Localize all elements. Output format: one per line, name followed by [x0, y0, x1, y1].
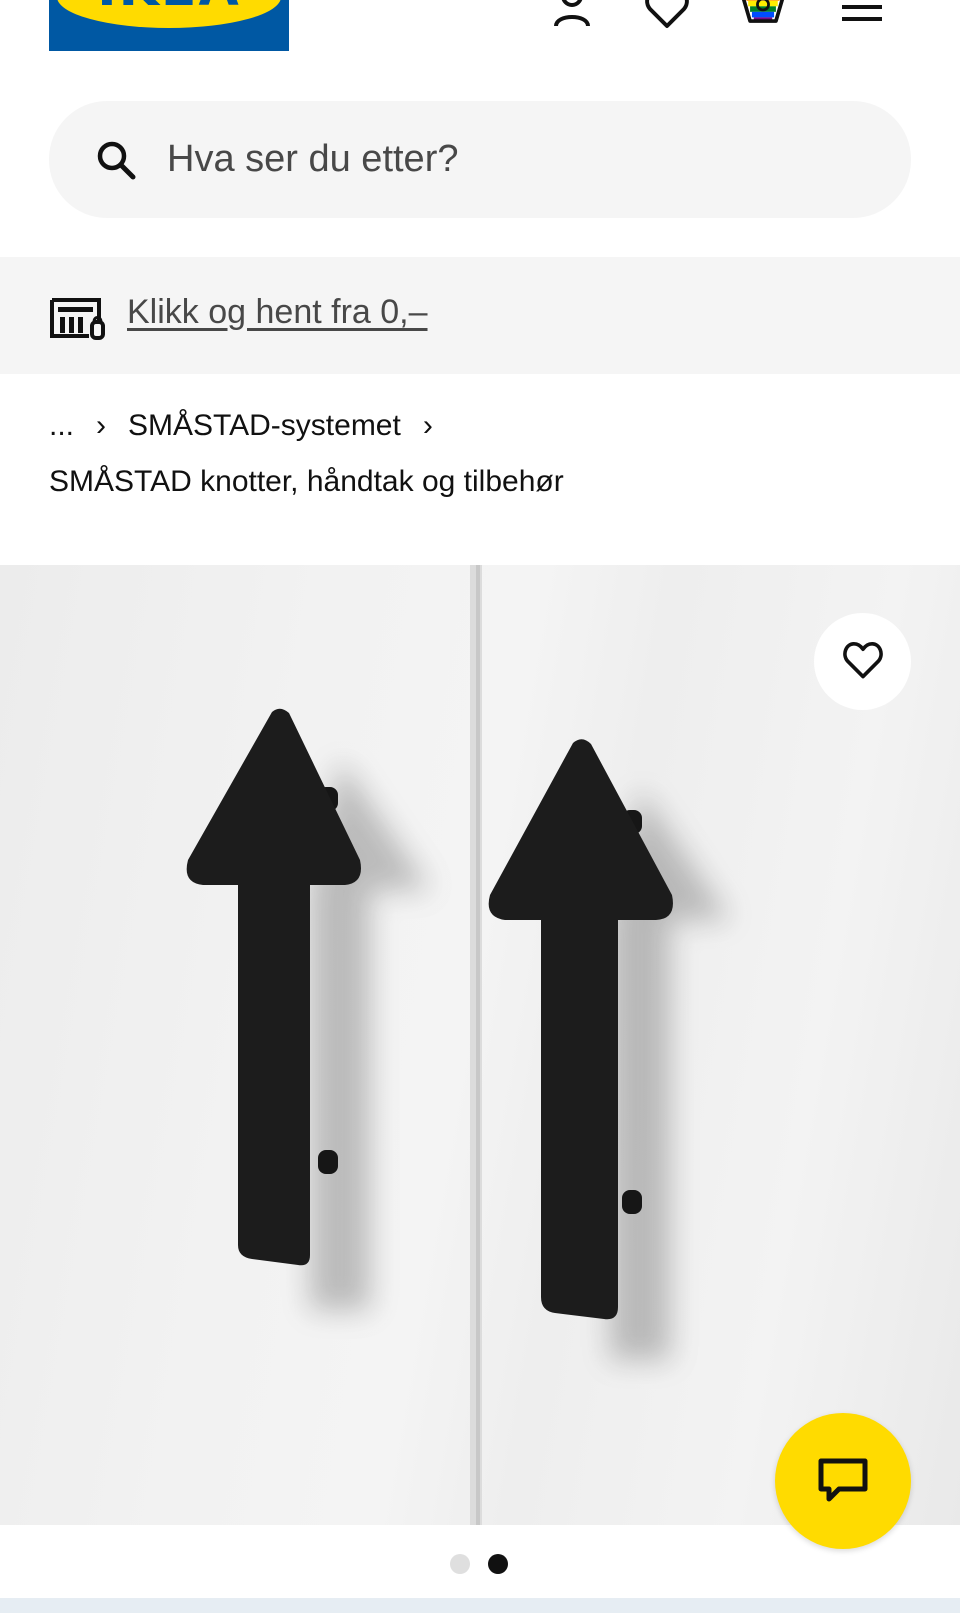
- logo-text: IKEA: [49, 0, 289, 18]
- carousel-dot-2-active[interactable]: [488, 1554, 508, 1574]
- hamburger-menu-icon[interactable]: [838, 0, 886, 34]
- breadcrumb-current-page[interactable]: SMÅSTAD knotter, håndtak og tilbehør: [49, 465, 564, 499]
- breadcrumb: ... › SMÅSTAD-systemet ›: [49, 406, 455, 446]
- search-icon: [97, 141, 136, 180]
- breadcrumb-separator: ›: [96, 409, 107, 442]
- page-bottom-edge: [0, 1598, 960, 1613]
- product-photo-arrow-handles: [186, 565, 730, 1525]
- chat-bubble-icon: [818, 1458, 868, 1502]
- heart-icon[interactable]: [643, 0, 691, 34]
- breadcrumb-ellipsis[interactable]: ...: [49, 409, 74, 443]
- header: IKEA: [0, 0, 960, 70]
- carousel-dot-1[interactable]: [450, 1554, 470, 1574]
- heart-icon: [842, 641, 883, 678]
- product-image[interactable]: [0, 565, 960, 1525]
- shopping-bag-icon[interactable]: [739, 0, 787, 34]
- click-and-collect-banner: Klikk og hent fra 0,–: [0, 257, 960, 374]
- page: IKEA: [0, 0, 960, 1613]
- chat-button[interactable]: [775, 1413, 911, 1549]
- breadcrumb-smastad-system[interactable]: SMÅSTAD-systemet: [128, 409, 401, 443]
- search-bar[interactable]: [49, 101, 911, 218]
- favourite-button[interactable]: [814, 613, 911, 710]
- click-and-collect-icon: [50, 298, 105, 340]
- ikea-logo[interactable]: IKEA: [49, 0, 289, 51]
- click-and-collect-link[interactable]: Klikk og hent fra 0,–: [127, 293, 428, 332]
- carousel-indicator: [450, 1554, 508, 1574]
- breadcrumb-separator: ›: [422, 409, 433, 442]
- search-input[interactable]: [167, 101, 867, 218]
- account-icon[interactable]: [548, 0, 596, 34]
